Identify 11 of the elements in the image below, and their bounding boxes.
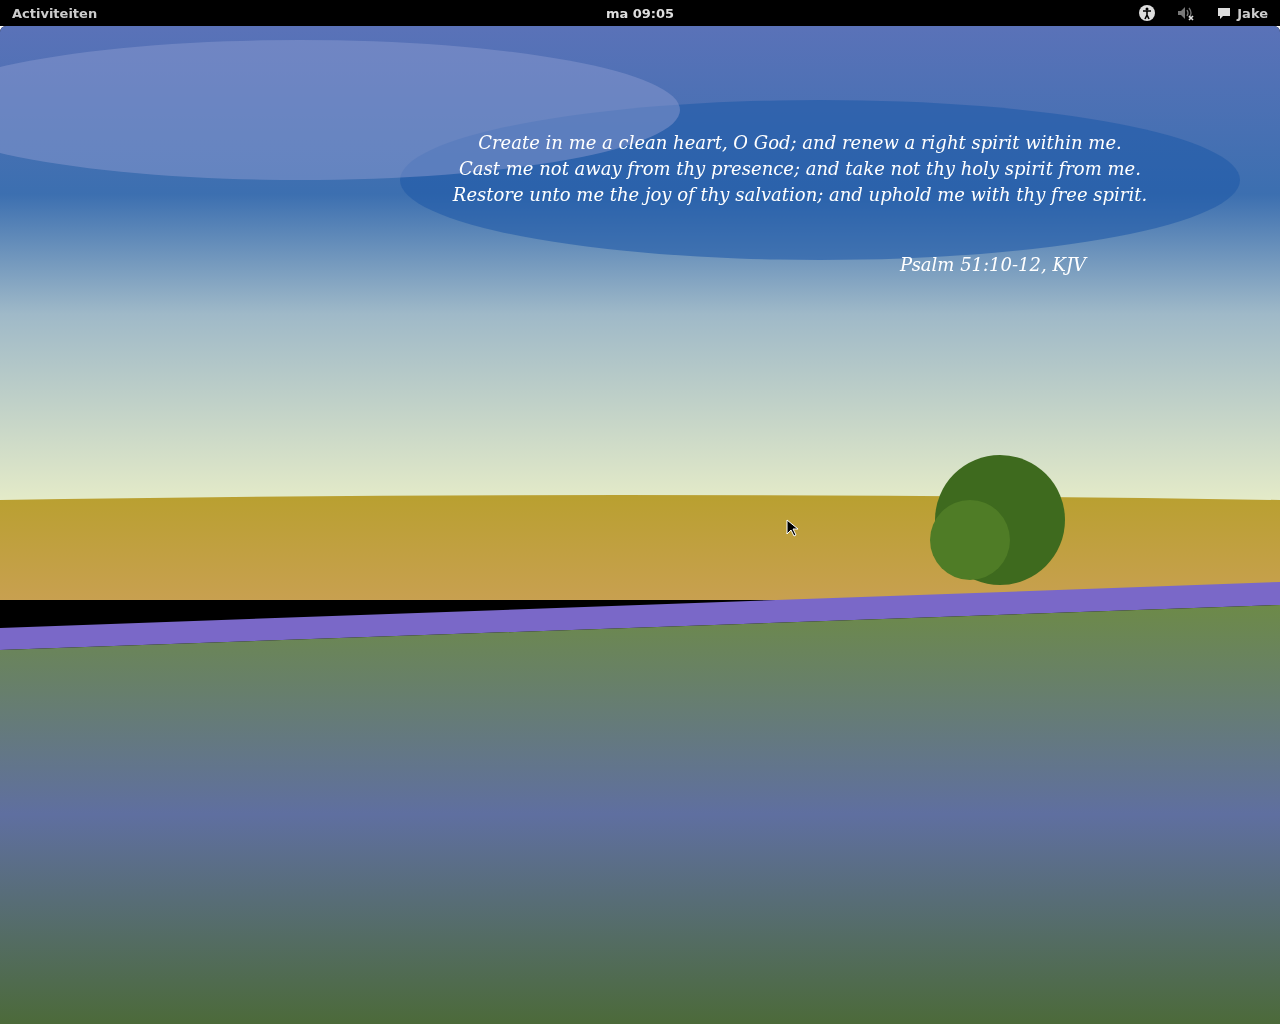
verse-attribution: Psalm 51:10-12, KJV xyxy=(900,254,1087,275)
accessibility-icon[interactable] xyxy=(1139,5,1156,21)
volume-icon[interactable] xyxy=(1177,5,1196,21)
activities-button[interactable]: Activiteiten xyxy=(0,5,110,21)
clock[interactable]: ma 09:05 xyxy=(605,5,675,21)
mouse-pointer-icon xyxy=(786,519,798,537)
user-menu[interactable]: Jake xyxy=(1237,5,1268,21)
verse-line: Create in me a clean heart, O God; and renew a right spirit within me. xyxy=(478,132,1122,153)
verse-line: Restore unto me the joy of thy salvation; and uphold me with thy free spirit. xyxy=(452,184,1148,205)
chat-bubble-icon[interactable] xyxy=(1217,6,1232,20)
verse-line: Cast me not away from thy presence; and take not thy holy spirit from me. xyxy=(459,158,1141,179)
